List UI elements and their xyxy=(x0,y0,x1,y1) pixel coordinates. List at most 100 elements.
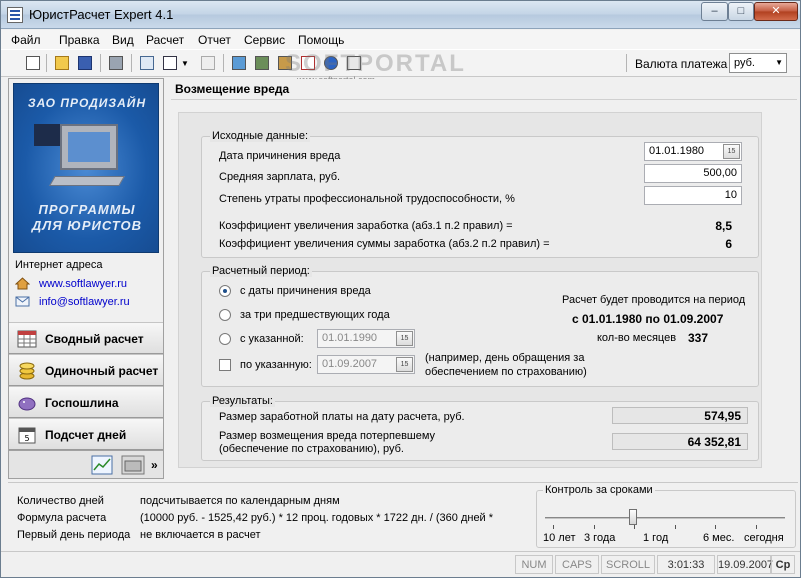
menu-view[interactable]: Вид xyxy=(112,33,134,47)
radio-three-years-label: за три предшествующих года xyxy=(240,309,390,321)
calc-icon[interactable] xyxy=(230,54,248,72)
keyboard-icon xyxy=(49,176,125,186)
results-group-title: Результаты: xyxy=(210,395,275,407)
page-title: Возмещение вреда xyxy=(171,79,797,99)
radio-from-date[interactable] xyxy=(219,333,231,345)
salary-result-value: 574,95 xyxy=(612,407,748,424)
site-link[interactable]: www.softlawyer.ru xyxy=(39,278,127,290)
salary-label: Средняя зарплата, руб. xyxy=(219,171,341,183)
salary-result-label: Размер заработной платы на дату расчета,… xyxy=(219,411,465,423)
chart-icon[interactable] xyxy=(91,455,113,475)
results-group: Результаты: Размер заработной платы на д… xyxy=(201,395,759,461)
days-label: Количество дней xyxy=(17,495,104,507)
coins-icon xyxy=(19,362,35,380)
home-icon xyxy=(15,277,30,290)
to-date-value: 01.09.2007 xyxy=(322,358,378,370)
monitor-icon xyxy=(60,124,118,170)
deadline-slider-track[interactable] xyxy=(545,517,785,519)
coef2-label: Коэффициент увеличения суммы заработка (… xyxy=(219,238,550,250)
tick-label: 6 мес. xyxy=(703,532,735,544)
tick-label: 1 год xyxy=(643,532,669,544)
company-banner[interactable]: ЗАО ПРОДИЗАЙН ПРОГРАММЫ ДЛЯ ЮРИСТОВ xyxy=(13,83,159,253)
currency-select[interactable]: руб. xyxy=(729,53,787,73)
save-icon[interactable] xyxy=(76,54,94,72)
slider-tick xyxy=(594,525,595,529)
calendar-button-icon[interactable]: 15 xyxy=(396,357,413,372)
loss-input[interactable]: 10 xyxy=(644,186,742,205)
date-value: 01.01.1980 xyxy=(649,145,705,157)
tick-label: сегодня xyxy=(744,532,784,544)
graduation-cap-icon xyxy=(34,124,60,146)
status-scroll: SCROLL xyxy=(601,555,655,574)
input-group-title: Исходные данные: xyxy=(210,130,310,142)
toolbar-separator xyxy=(131,54,132,72)
radio-from-date-label: с указанной: xyxy=(240,333,304,345)
nav-label: Одиночный расчет xyxy=(45,364,159,378)
nav-day-count[interactable]: 5 Подсчет дней xyxy=(9,418,163,450)
maximize-button[interactable]: □ xyxy=(728,2,754,21)
deadline-control-title: Контроль за сроками xyxy=(543,484,655,496)
close-button[interactable]: ✕ xyxy=(754,2,798,21)
toolbar-separator xyxy=(626,54,627,72)
period-group: Расчетный период: с даты причинения вред… xyxy=(201,265,759,387)
menu-file[interactable]: Файл xyxy=(11,33,41,47)
slider-tick xyxy=(715,525,716,529)
to-date-checkbox[interactable] xyxy=(219,359,231,371)
loss-label: Степень утраты профессиональной трудоспо… xyxy=(219,193,515,205)
piggy-bank-icon xyxy=(18,397,36,411)
banner-line-1: ПРОГРАММЫ xyxy=(38,202,136,217)
date-input[interactable]: 01.01.1980 15 xyxy=(644,142,742,161)
open-icon[interactable] xyxy=(53,54,71,72)
coef2-value: 6 xyxy=(725,237,732,251)
bottom-info-panel: Количество дней подсчитывается по календ… xyxy=(8,482,798,550)
tools-icon[interactable] xyxy=(253,54,271,72)
to-date-note: (например, день обращения за обеспечение… xyxy=(425,352,587,378)
left-footer: » xyxy=(9,450,163,478)
menu-service[interactable]: Сервис xyxy=(244,33,285,47)
period-group-title: Расчетный период: xyxy=(210,265,312,277)
calendar-icon: 5 xyxy=(18,427,36,444)
left-panel: ЗАО ПРОДИЗАЙН ПРОГРАММЫ ДЛЯ ЮРИСТОВ Инте… xyxy=(8,78,164,479)
more-chevron-icon[interactable]: » xyxy=(151,458,158,472)
first-day-value: не включается в расчет xyxy=(140,529,261,541)
nav-state-duty[interactable]: Госпошлина xyxy=(9,386,163,418)
minimize-button[interactable]: – xyxy=(701,2,728,21)
menu-report[interactable]: Отчет xyxy=(198,33,231,47)
menu-help[interactable]: Помощь xyxy=(298,33,344,47)
tick-label: 10 лет xyxy=(543,532,576,544)
tick-label: 3 года xyxy=(584,532,616,544)
menu-edit[interactable]: Правка xyxy=(59,33,100,47)
nav-single-calc[interactable]: Одиночный расчет xyxy=(9,354,163,386)
toolbar-separator xyxy=(100,54,101,72)
cash-register-icon[interactable] xyxy=(121,455,145,475)
dropdown-arrow-icon[interactable]: ▼ xyxy=(181,54,191,72)
email-link-row[interactable]: info@softlawyer.ru xyxy=(15,294,165,312)
salary-input[interactable]: 500,00 xyxy=(644,164,742,183)
delete-icon[interactable] xyxy=(199,54,217,72)
toolbar-separator xyxy=(223,54,224,72)
to-date-input[interactable]: 01.09.2007 15 xyxy=(317,355,415,374)
nav-summary-calc[interactable]: Сводный расчет xyxy=(9,322,163,354)
word-export-icon[interactable] xyxy=(161,54,179,72)
calendar-button-icon[interactable]: 15 xyxy=(396,331,413,346)
status-num: NUM xyxy=(515,555,553,574)
from-date-input[interactable]: 01.01.1990 15 xyxy=(317,329,415,348)
toolbar: ▼ SOFTPORTAL www.softportal.com Валюта п… xyxy=(1,49,800,85)
radio-from-injury[interactable] xyxy=(219,285,231,297)
preview-icon[interactable] xyxy=(138,54,156,72)
new-icon[interactable] xyxy=(24,54,42,72)
months-value: 337 xyxy=(688,331,709,345)
currency-label: Валюта платежа xyxy=(635,57,728,71)
nav-label: Сводный расчет xyxy=(45,332,144,346)
menu-calc[interactable]: Расчет xyxy=(146,33,184,47)
deadline-slider-thumb[interactable] xyxy=(629,509,637,525)
site-link-row[interactable]: www.softlawyer.ru xyxy=(15,276,165,294)
status-caps: CAPS xyxy=(555,555,599,574)
app-window: ЮристРасчет Expert 4.1 – □ ✕ Файл Правка… xyxy=(0,0,801,578)
menu-bar: Файл Правка Вид Расчет Отчет Сервис Помо… xyxy=(1,30,800,49)
email-link[interactable]: info@softlawyer.ru xyxy=(39,296,130,308)
nav-label: Госпошлина xyxy=(45,396,119,410)
calendar-button-icon[interactable]: 15 xyxy=(723,144,740,159)
print-icon[interactable] xyxy=(107,54,125,72)
radio-three-years[interactable] xyxy=(219,309,231,321)
